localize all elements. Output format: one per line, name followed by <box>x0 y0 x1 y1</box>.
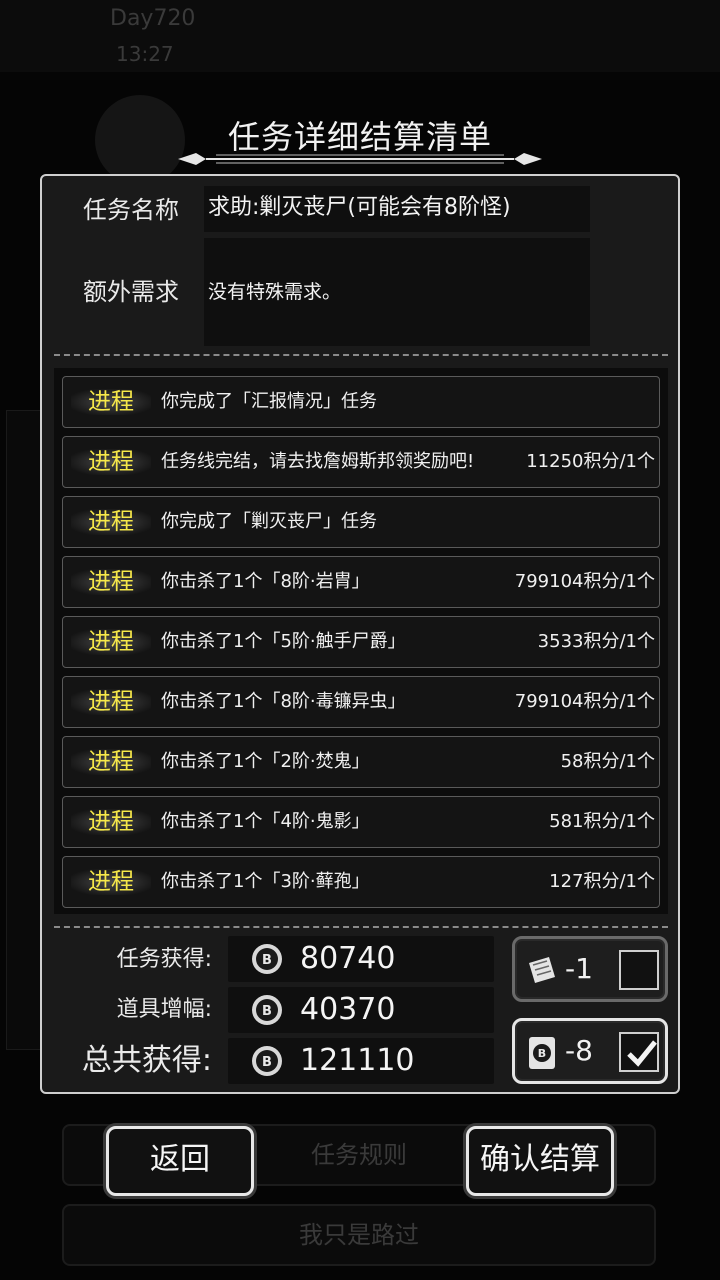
coin-icon: B <box>252 995 282 1025</box>
coin-icon: B <box>252 944 282 974</box>
progress-tag: 进程 <box>71 497 151 547</box>
progress-list[interactable]: 进程 你完成了「汇报情况」任务 进程 任务线完结，请去找詹姆斯邦领奖励吧! 11250积… <box>54 368 668 914</box>
progress-row: 进程 你击杀了1个「8阶·岩胄」 799104积分/1个 <box>62 556 660 608</box>
progress-tag-label: 进程 <box>88 689 134 715</box>
progress-tag: 进程 <box>71 557 151 607</box>
scroll-item-toggle[interactable]: -1 <box>512 936 668 1002</box>
background-day-label: Day720 <box>110 6 196 31</box>
progress-text: 你击杀了1个「5阶·触手尸爵」 <box>161 631 406 652</box>
progress-reward: 581积分/1个 <box>549 811 655 832</box>
scroll-item-count: -1 <box>565 952 593 985</box>
background-status-bar: Day720 13:27 <box>0 0 720 72</box>
background-time-label: 13:27 <box>116 42 174 66</box>
scroll-icon <box>529 957 555 983</box>
progress-tag: 进程 <box>71 737 151 787</box>
background-rules-label: 任务规则 <box>311 1141 407 1169</box>
progress-text: 你击杀了1个「8阶·毒镰异虫」 <box>161 691 406 712</box>
extra-requirement-value: 没有特殊需求。 <box>204 238 590 346</box>
checkmark-icon <box>627 1040 657 1067</box>
background-pass-button: 我只是路过 <box>62 1204 656 1266</box>
svg-text:B: B <box>262 1055 272 1070</box>
progress-tag-label: 进程 <box>88 629 134 655</box>
total-value: 121110 <box>300 1043 415 1078</box>
progress-text: 任务线完结，请去找詹姆斯邦领奖励吧! <box>161 451 475 472</box>
back-button[interactable]: 返回 <box>106 1126 254 1196</box>
progress-text: 你完成了「剿灭丧尸」任务 <box>161 511 377 532</box>
svg-text:B: B <box>262 953 272 968</box>
progress-tag-label: 进程 <box>88 809 134 835</box>
coin-card-item-checkbox[interactable] <box>619 1032 659 1072</box>
progress-tag: 进程 <box>71 617 151 667</box>
progress-row: 进程 你击杀了1个「2阶·焚鬼」 58积分/1个 <box>62 736 660 788</box>
progress-tag-label: 进程 <box>88 869 134 895</box>
divider-top <box>54 354 668 356</box>
progress-tag-label: 进程 <box>88 389 134 415</box>
progress-tag-label: 进程 <box>88 569 134 595</box>
progress-text: 你击杀了1个「2阶·焚鬼」 <box>161 751 370 772</box>
task-gain-value: 80740 <box>300 941 396 976</box>
progress-row: 进程 任务线完结，请去找詹姆斯邦领奖励吧! 11250积分/1个 <box>62 436 660 488</box>
task-gain-box: B 80740 <box>228 936 494 982</box>
extra-requirement-label: 额外需求 <box>56 276 206 308</box>
background-pass-label: 我只是路过 <box>299 1221 419 1249</box>
back-button-label: 返回 <box>150 1142 210 1177</box>
progress-tag-label: 进程 <box>88 449 134 475</box>
extra-requirement-label-text: 额外需求 <box>83 278 179 306</box>
progress-tag: 进程 <box>71 797 151 847</box>
progress-row: 进程 你击杀了1个「8阶·毒镰异虫」 799104积分/1个 <box>62 676 660 728</box>
coin-card-icon: B <box>529 1037 555 1069</box>
settlement-dialog: 任务名称 求助:剿灭丧尸(可能会有8阶怪) 额外需求 没有特殊需求。 进程你完成… <box>40 174 680 1094</box>
item-bonus-value: 40370 <box>300 992 396 1027</box>
progress-tag-label: 进程 <box>88 509 134 535</box>
progress-reward: 799104积分/1个 <box>514 571 655 592</box>
total-box: B 121110 <box>228 1038 494 1084</box>
progress-reward: 127积分/1个 <box>549 871 655 892</box>
confirm-settlement-label: 确认结算 <box>480 1142 600 1177</box>
progress-row: 进程 你击杀了1个「4阶·鬼影」 581积分/1个 <box>62 796 660 848</box>
progress-reward: 58积分/1个 <box>560 751 655 772</box>
progress-row: 进程 你击杀了1个「5阶·触手尸爵」 3533积分/1个 <box>62 616 660 668</box>
progress-reward: 3533积分/1个 <box>537 631 655 652</box>
coin-card-item-toggle[interactable]: B -8 <box>512 1018 668 1084</box>
svg-text:B: B <box>262 1004 272 1019</box>
progress-text: 你完成了「汇报情况」任务 <box>161 391 377 412</box>
progress-tag: 进程 <box>71 377 151 427</box>
confirm-settlement-button[interactable]: 确认结算 <box>466 1126 614 1196</box>
scroll-item-checkbox[interactable] <box>619 950 659 990</box>
total-label: 总共获得: <box>81 1043 212 1078</box>
title-ornament-icon <box>178 153 542 165</box>
progress-row: 进程 你完成了「汇报情况」任务 <box>62 376 660 428</box>
task-name-value: 求助:剿灭丧尸(可能会有8阶怪) <box>204 186 590 232</box>
progress-row: 进程 你击杀了1个「3阶·藓孢」 127积分/1个 <box>62 856 660 908</box>
progress-text: 你击杀了1个「8阶·岩胄」 <box>161 571 370 592</box>
coin-card-item-count: -8 <box>565 1034 593 1067</box>
task-name-label-text: 任务名称 <box>83 196 179 224</box>
coin-icon: B <box>252 1046 282 1076</box>
svg-text:B: B <box>538 1047 546 1060</box>
progress-tag: 进程 <box>71 857 151 907</box>
progress-row: 进程 你完成了「剿灭丧尸」任务 <box>62 496 660 548</box>
task-name-label: 任务名称 <box>56 194 206 226</box>
progress-text: 你击杀了1个「3阶·藓孢」 <box>161 871 370 892</box>
divider-bottom <box>54 926 668 928</box>
item-bonus-box: B 40370 <box>228 987 494 1033</box>
progress-tag: 进程 <box>71 437 151 487</box>
progress-tag-label: 进程 <box>88 749 134 775</box>
progress-text: 你击杀了1个「4阶·鬼影」 <box>161 811 370 832</box>
progress-tag: 进程 <box>71 677 151 727</box>
task-gain-label: 任务获得: <box>116 947 212 972</box>
item-bonus-label: 道具增幅: <box>116 997 212 1022</box>
progress-reward: 11250积分/1个 <box>526 451 655 472</box>
progress-reward: 799104积分/1个 <box>514 691 655 712</box>
